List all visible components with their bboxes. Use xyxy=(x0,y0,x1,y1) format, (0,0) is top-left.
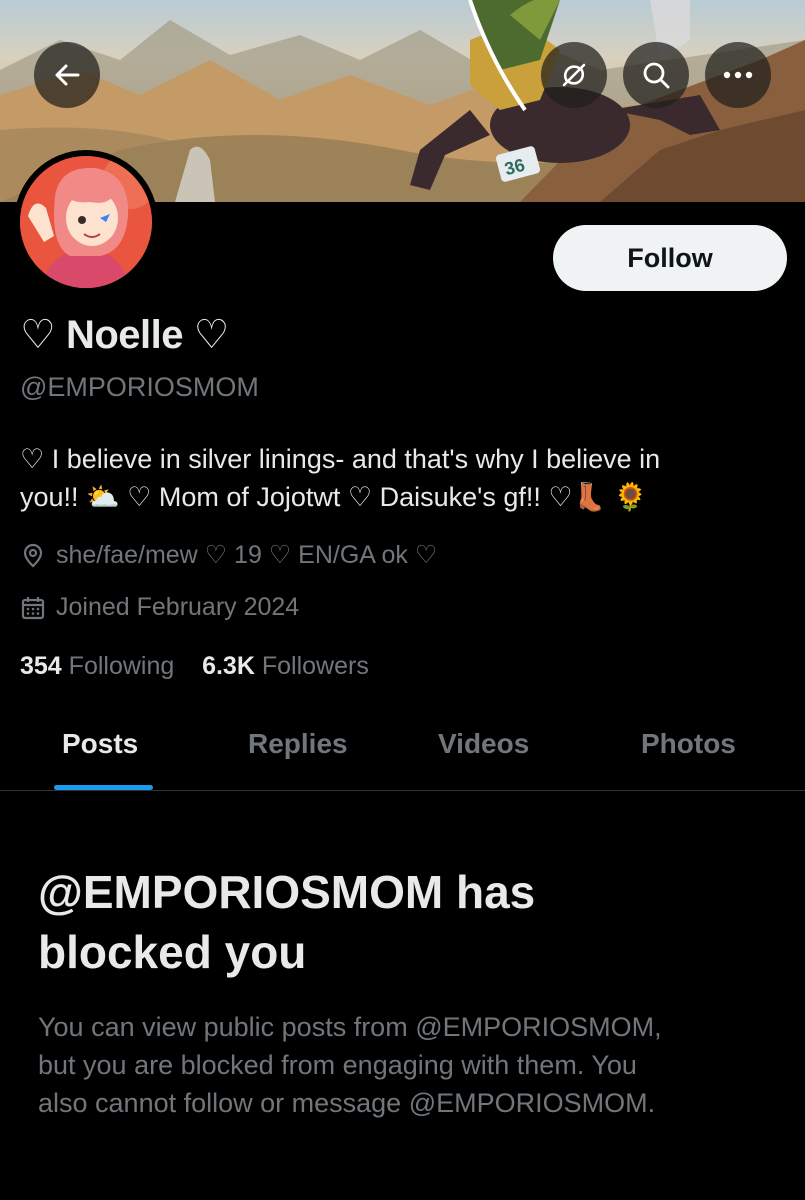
tab-posts[interactable]: Posts xyxy=(62,728,138,760)
tabs-divider xyxy=(0,790,805,791)
bio-line: ♡ I believe in silver linings- and that'… xyxy=(20,444,661,474)
blocked-title-line: @EMPORIOSMOM has xyxy=(38,866,536,918)
refresh-button[interactable] xyxy=(541,42,607,108)
calendar-icon xyxy=(21,596,45,619)
search-icon xyxy=(643,62,670,89)
search-button[interactable] xyxy=(623,42,689,108)
profile-page: 36 Follow ♡ Noelle ♡ @EMPORIOSMOM ♡ I be… xyxy=(0,0,805,1200)
location-text: she/fae/mew ♡ 19 ♡ EN/GA ok ♡ xyxy=(56,541,438,569)
tab-videos[interactable]: Videos xyxy=(438,728,529,760)
joined-text: Joined February 2024 xyxy=(56,593,300,621)
profile-tabs: Posts Replies Videos Photos xyxy=(0,700,805,790)
following-count: 354 xyxy=(20,652,62,680)
blocked-description: You can view public posts from @EMPORIOS… xyxy=(38,1008,778,1122)
display-name: ♡ Noelle ♡ xyxy=(20,313,229,357)
followers-label: Followers xyxy=(261,652,369,680)
blocked-text-line: also cannot follow or message @EMPORIOSM… xyxy=(38,1088,656,1118)
user-handle: @EMPORIOSMOM xyxy=(20,372,259,402)
followers-count: 6.3K xyxy=(202,652,255,680)
blocked-text-line: but you are blocked from engaging with t… xyxy=(38,1050,637,1080)
blocked-title-line: blocked you xyxy=(38,926,307,978)
location-row: she/fae/mew ♡ 19 ♡ EN/GA ok ♡ xyxy=(20,540,437,570)
more-button[interactable] xyxy=(705,42,771,108)
tab-photos[interactable]: Photos xyxy=(641,728,736,760)
follow-button[interactable]: Follow xyxy=(553,225,787,291)
avatar[interactable] xyxy=(14,150,158,294)
bio-line: you!! ⛅ ♡ Mom of Jojotwt ♡ Daisuke's gf!… xyxy=(20,482,648,512)
arrow-left-icon xyxy=(55,64,80,86)
profile-bio: ♡ I believe in silver linings- and that'… xyxy=(20,440,790,516)
following-link[interactable]: 354 Following xyxy=(20,652,174,680)
refresh-off-icon xyxy=(562,63,586,87)
avatar-image xyxy=(20,156,152,288)
blocked-text-line: You can view public posts from @EMPORIOS… xyxy=(38,1012,662,1042)
joined-row: Joined February 2024 xyxy=(20,593,299,622)
more-horizontal-icon xyxy=(723,71,753,79)
tab-replies[interactable]: Replies xyxy=(248,728,348,760)
following-label: Following xyxy=(68,652,175,680)
back-button[interactable] xyxy=(34,42,100,108)
followers-link[interactable]: 6.3K Followers xyxy=(202,652,369,680)
location-pin-icon xyxy=(23,543,43,568)
follow-stats: 354 Following 6.3K Followers xyxy=(20,652,369,681)
blocked-title: @EMPORIOSMOM has blocked you xyxy=(38,862,778,982)
